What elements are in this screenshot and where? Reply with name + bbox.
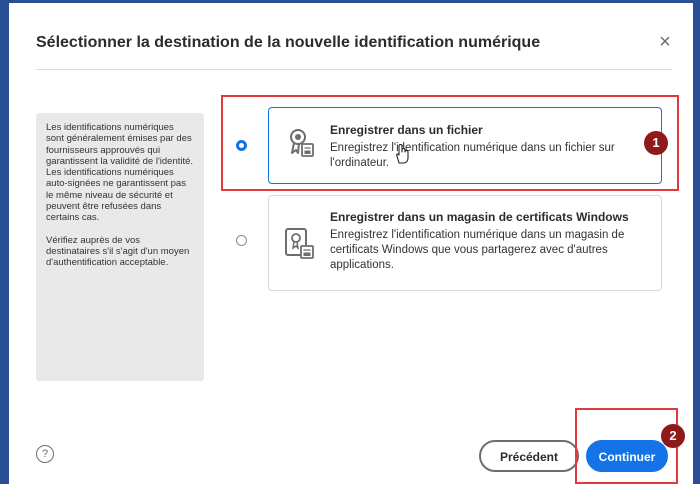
divider [36,69,672,70]
dialog: Sélectionner la destination de la nouvel… [9,3,693,484]
info-panel: Les identifications numériques sont géné… [36,113,204,381]
option-save-to-windows-store[interactable]: Enregistrer dans un magasin de certifica… [268,195,662,291]
dialog-title: Sélectionner la destination de la nouvel… [36,34,541,51]
info-paragraph: Les identifications numériques sont géné… [46,122,194,167]
info-paragraph: Les identifications numériques auto-sign… [46,167,186,224]
option-description: Enregistrez l'identification numérique d… [330,229,625,271]
callout-badge-2: 2 [661,424,685,448]
close-icon[interactable]: × [655,32,675,52]
certificate-store-icon [285,228,314,259]
option-title: Enregistrer dans un magasin de certifica… [330,210,629,224]
callout-badge-1: 1 [644,131,668,155]
callout-box-2 [575,408,678,484]
back-button[interactable]: Précédent [479,440,579,472]
help-icon[interactable]: ? [36,445,54,463]
radio-save-to-windows-store[interactable] [236,235,247,246]
callout-box-1 [221,95,679,191]
info-paragraph: Vérifiez auprès de vos destinataires s'i… [46,234,190,269]
